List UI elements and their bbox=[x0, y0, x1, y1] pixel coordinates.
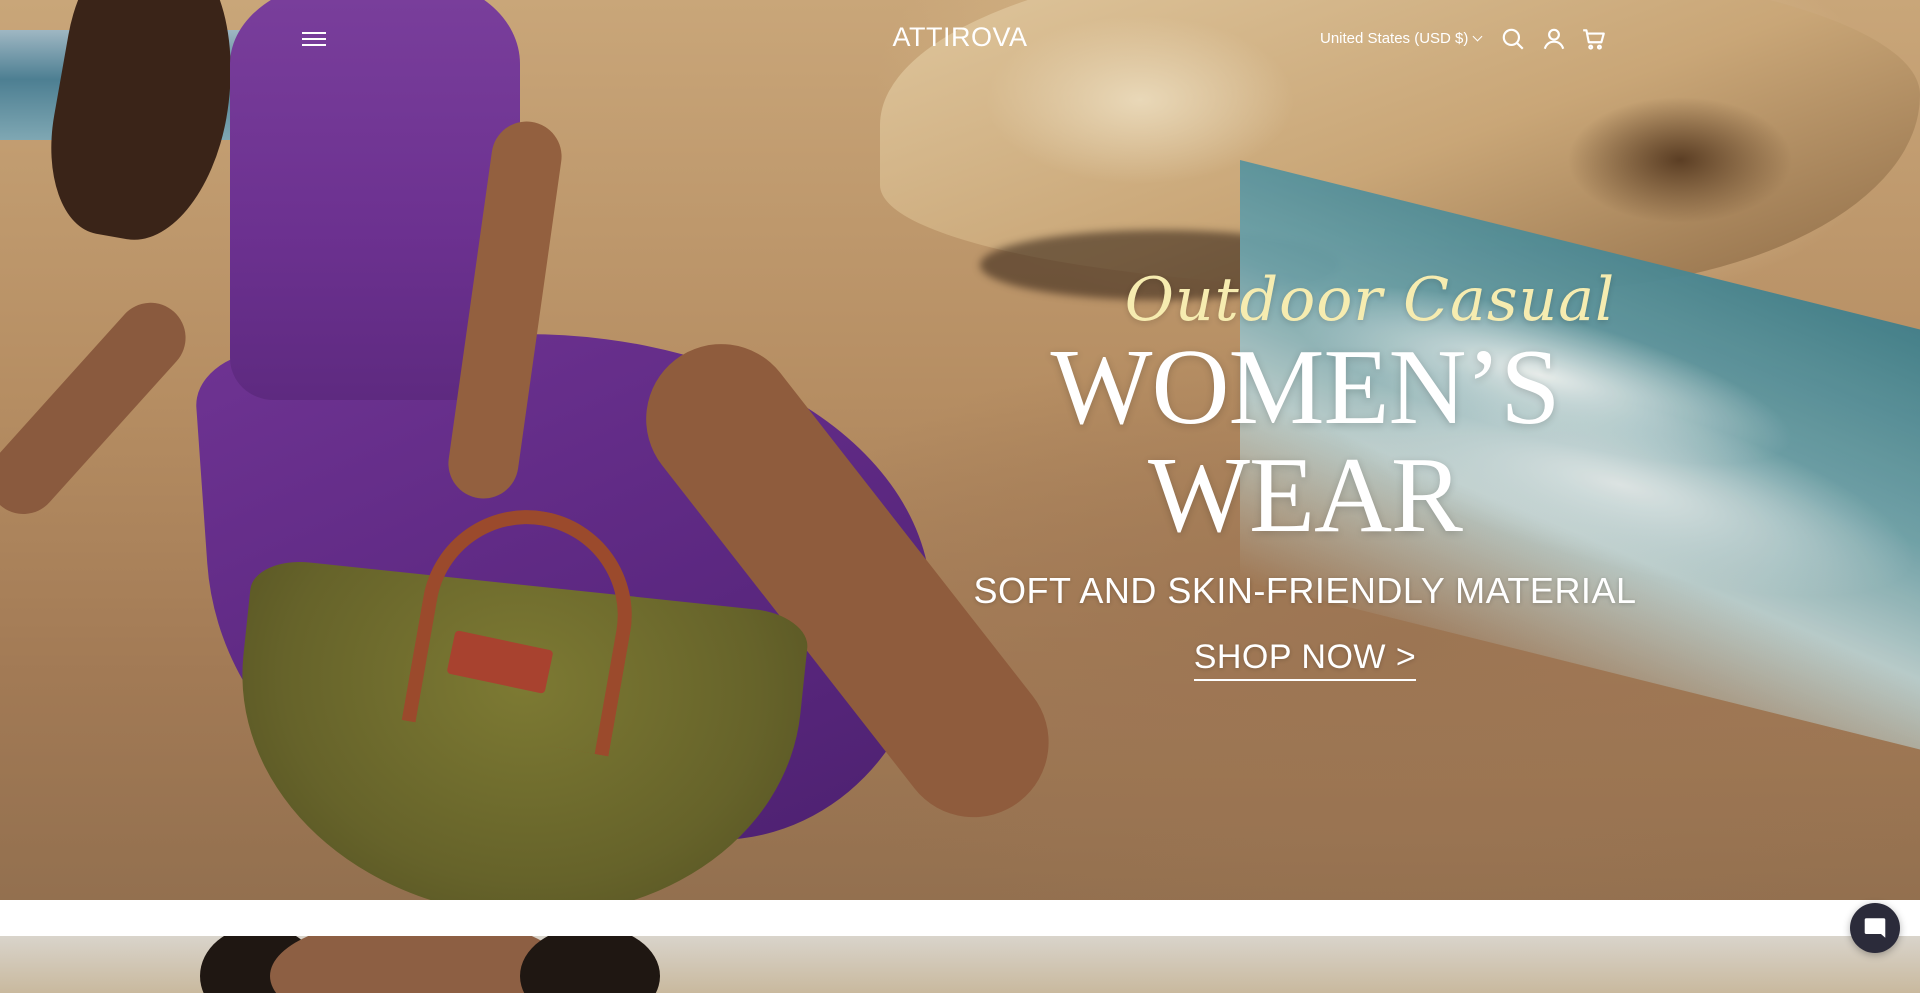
menu-icon[interactable] bbox=[302, 28, 326, 52]
brand-name[interactable]: ATTIROVA bbox=[892, 22, 1027, 52]
hero-banner[interactable]: Outdoor Casual WOMEN’S WEAR SOFT AND SKI… bbox=[0, 0, 1920, 900]
chat-button[interactable] bbox=[1850, 903, 1900, 953]
cart-icon[interactable] bbox=[1581, 26, 1607, 52]
model-arm bbox=[0, 288, 200, 529]
hero-tagline: Outdoor Casual bbox=[1124, 265, 1616, 335]
country-selector-label: United States (USD $) bbox=[1320, 30, 1469, 47]
next-model-hair-right bbox=[520, 936, 660, 993]
next-banner-image bbox=[0, 936, 1920, 993]
hero-headline: WOMEN’S WEAR bbox=[1050, 328, 1561, 555]
brand-logo: ATTIROVA bbox=[0, 22, 1920, 53]
chevron-down-icon bbox=[1472, 31, 1483, 42]
hero-subheadline: SOFT AND SKIN-FRIENDLY MATERIAL bbox=[973, 570, 1637, 611]
account-icon[interactable] bbox=[1541, 26, 1567, 52]
section-gap bbox=[0, 900, 1920, 936]
chat-bubble-icon bbox=[1864, 918, 1886, 938]
site-header: ATTIROVA United States (USD $) bbox=[0, 0, 1920, 80]
shop-now-link[interactable]: SHOP NOW > bbox=[1193, 638, 1417, 681]
hero-text-block: Outdoor Casual WOMEN’S WEAR SOFT AND SKI… bbox=[900, 270, 1710, 681]
country-selector[interactable]: United States (USD $) bbox=[1320, 30, 1483, 47]
search-icon[interactable] bbox=[1500, 26, 1526, 52]
